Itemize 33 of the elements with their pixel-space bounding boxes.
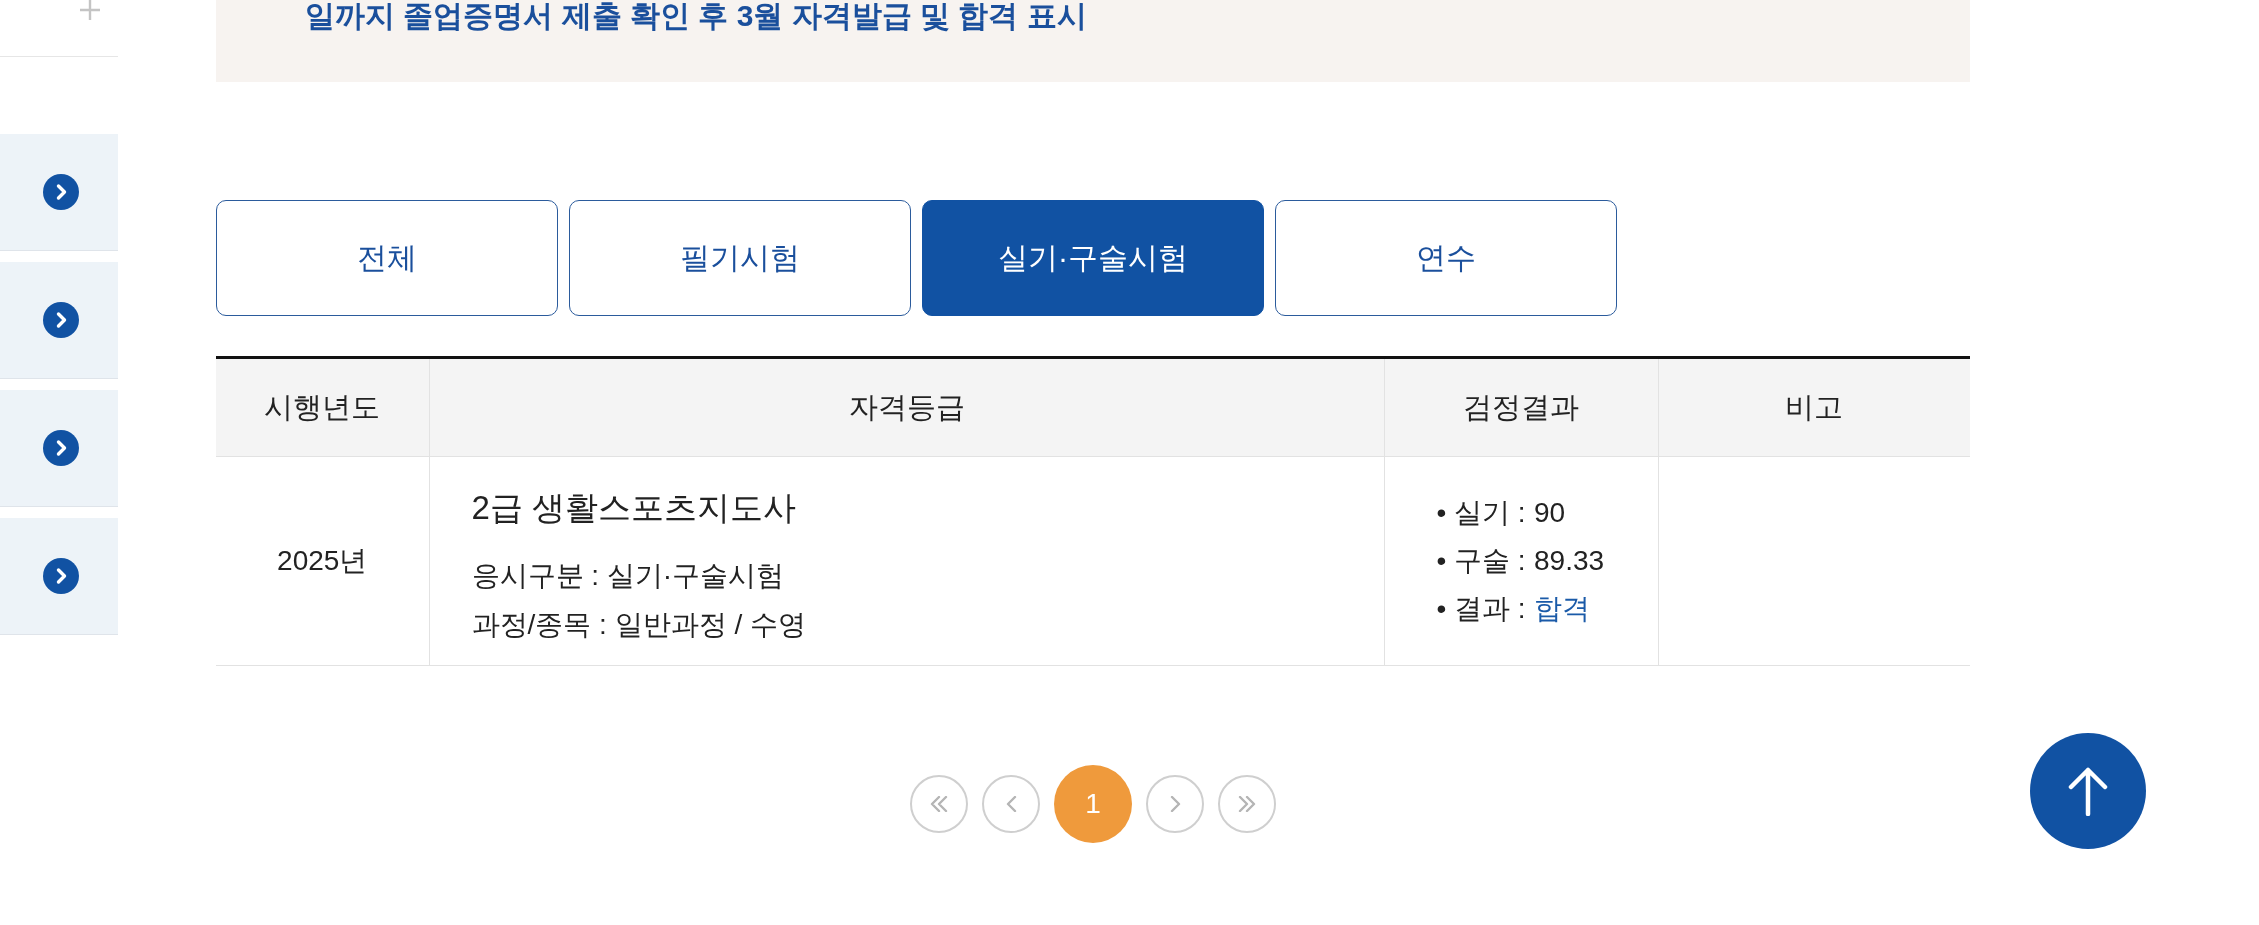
filter-tab[interactable]: 필기시험 [569, 200, 911, 316]
notice-text: 일까지 졸업증명서 제출 확인 후 3월 자격발급 및 합격 표시 [305, 0, 1087, 32]
result-value: 89.33 [1534, 545, 1605, 576]
sidebar-item[interactable] [0, 134, 118, 251]
chevron-right-icon [1169, 796, 1181, 812]
sidebar-item[interactable] [0, 262, 118, 379]
chevron-circle-icon [43, 430, 79, 466]
chevron-circle-icon [43, 174, 79, 210]
result-value: 90 [1534, 497, 1566, 528]
sidebar-item[interactable] [0, 390, 118, 507]
certificate-title: 2급 생활스포츠지도사 [471, 489, 797, 526]
result-label: • 결과 : [1436, 593, 1526, 624]
chevron-left-icon [1005, 796, 1017, 812]
certificate-detail: 응시구분 : 실기·구술시험 [471, 560, 785, 591]
result-label: • 실기 : [1436, 497, 1526, 528]
column-header: 자격등급 [429, 357, 1384, 457]
filter-tab[interactable]: 연수 [1275, 200, 1617, 316]
result-label: • 구술 : [1436, 545, 1526, 576]
result-value: 합격 [1534, 593, 1591, 624]
filter-tab[interactable]: 실기·구술시험 [922, 200, 1264, 316]
sidebar-item[interactable] [0, 518, 118, 635]
table-cell: 2025년 [216, 456, 429, 666]
arrow-up-icon [2068, 766, 2108, 816]
column-header: 시행년도 [216, 357, 429, 457]
double-chevron-left-icon [930, 796, 948, 812]
column-header: 비고 [1658, 357, 1970, 457]
column-header: 검정결과 [1384, 357, 1658, 457]
chevron-circle-icon [43, 302, 79, 338]
certificate-detail: 과정/종목 : 일반과정 / 수영 [471, 609, 806, 640]
plus-icon [80, 0, 100, 20]
chevron-circle-icon [43, 558, 79, 594]
double-chevron-right-icon [1238, 796, 1256, 812]
filter-tab[interactable]: 전체 [216, 200, 558, 316]
